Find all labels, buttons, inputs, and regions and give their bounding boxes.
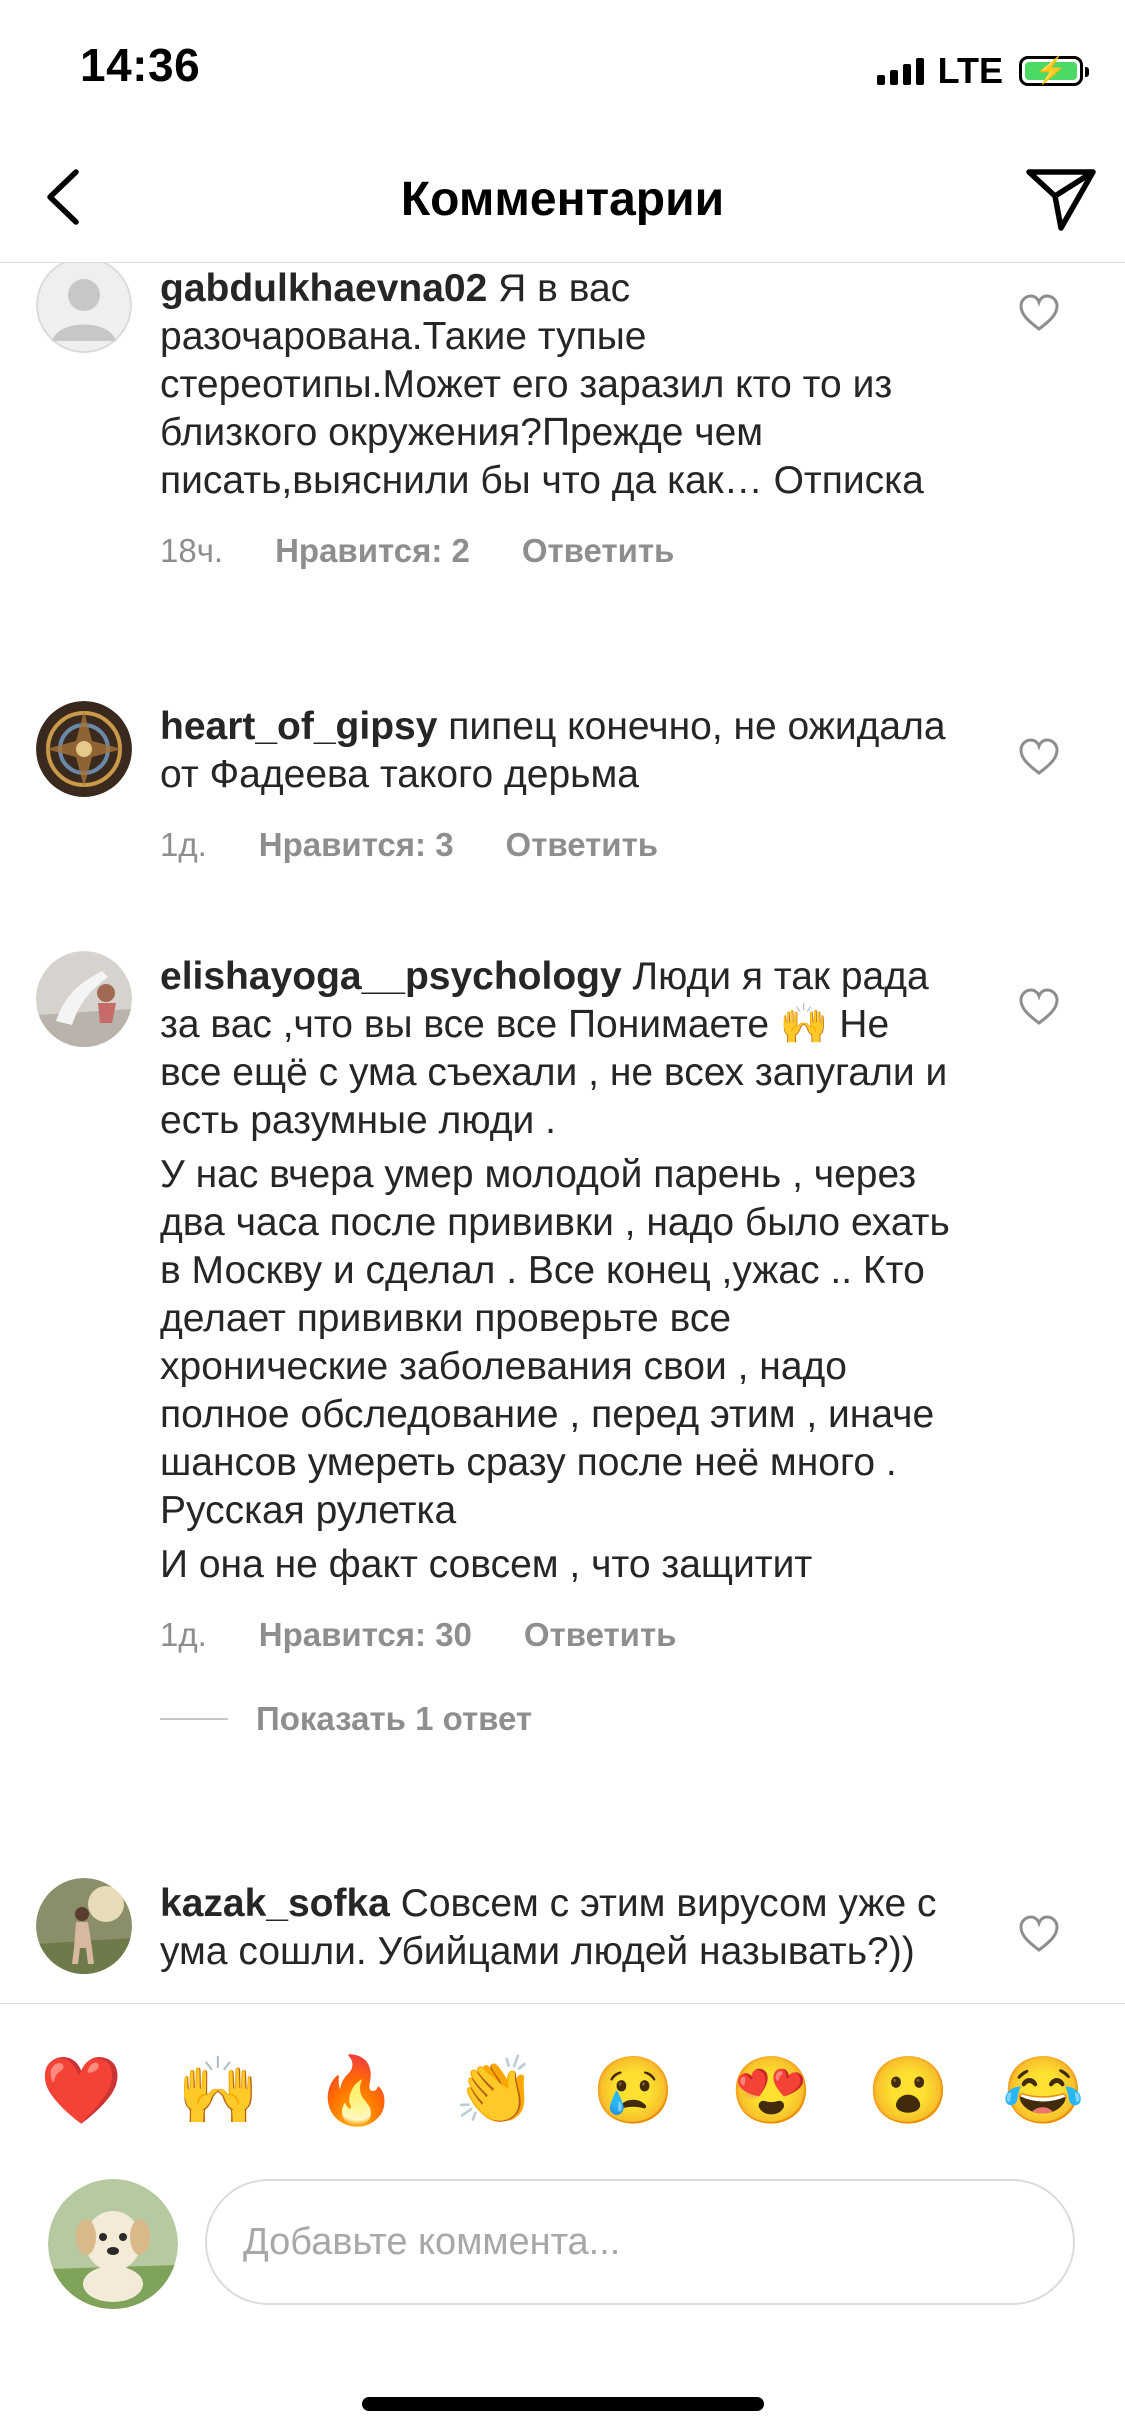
comment-text-paragraph: У нас вчера умер молодой парень , через … — [160, 1153, 950, 1532]
view-replies-label[interactable]: Показать 1 ответ — [256, 1700, 532, 1738]
user-avatar — [48, 2179, 178, 2309]
emoji-surprised-button[interactable]: 😮 — [867, 2050, 949, 2130]
comment-time: 1д. — [160, 1616, 207, 1653]
comment-time: 18ч. — [160, 532, 224, 569]
replies-divider — [160, 1718, 228, 1720]
comment-input[interactable] — [205, 2179, 1075, 2305]
likes-count[interactable]: Нравится: 2 — [275, 531, 470, 571]
signal-icon — [876, 57, 924, 85]
view-replies-button[interactable]: Показать 1 ответ — [160, 1700, 532, 1738]
comment-meta: 1д. Нравится: 3 Ответить — [160, 825, 960, 865]
comment-username[interactable]: kazak_sofka — [160, 1882, 390, 1925]
status-bar: 14:36 LTE ⚡ — [0, 0, 1125, 132]
page-title: Комментарии — [400, 173, 725, 226]
comment-text-paragraph: И она не факт совсем , что защитит — [160, 1543, 813, 1586]
emoji-raised-hands-button[interactable]: 🙌 — [177, 2050, 259, 2130]
likes-count[interactable]: Нравится: 3 — [259, 825, 454, 865]
emoji-clap-button[interactable]: 👏 — [454, 2050, 536, 2130]
emoji-fire-button[interactable]: 🔥 — [315, 2050, 397, 2130]
comment-meta: 18ч. Нравится: 2 Ответить — [160, 531, 940, 571]
avatar[interactable] — [36, 951, 132, 1047]
likes-count[interactable]: Нравится: 30 — [259, 1615, 472, 1655]
avatar[interactable] — [36, 701, 132, 797]
avatar[interactable] — [36, 1878, 132, 1974]
heart-icon[interactable] — [1017, 737, 1061, 777]
emoji-heart-eyes-button[interactable]: 😍 — [730, 2050, 812, 2130]
avatar[interactable] — [36, 263, 132, 353]
comment-username[interactable]: elishayoga__psychology — [160, 955, 622, 998]
paper-plane-icon[interactable] — [1021, 162, 1101, 236]
heart-icon[interactable] — [1017, 1914, 1061, 1954]
emoji-laughing-button[interactable]: 😂 — [1002, 2050, 1084, 2130]
emoji-crying-button[interactable]: 😢 — [592, 2050, 674, 2130]
reply-button[interactable]: Ответить — [506, 825, 659, 865]
comment-username[interactable]: heart_of_gipsy — [160, 705, 437, 748]
reply-button[interactable]: Ответить — [522, 531, 675, 571]
network-label: LTE — [937, 50, 1003, 91]
emoji-bar: ❤️ 🙌 🔥 👏 😢 😍 😮 😂 — [0, 2003, 1125, 2173]
heart-icon[interactable] — [1017, 293, 1061, 333]
emoji-heart-button[interactable]: ❤️ — [40, 2050, 122, 2130]
comments-list[interactable]: gabdulkhaevna02 Я в вас разочарована.Так… — [0, 263, 1125, 2003]
heart-icon[interactable] — [1017, 987, 1061, 1027]
status-indicators: LTE ⚡ — [876, 50, 1089, 92]
comment-input-row — [0, 2173, 1125, 2323]
status-time: 14:36 — [80, 39, 201, 91]
home-indicator[interactable] — [362, 2397, 764, 2411]
battery-icon: ⚡ — [1019, 55, 1089, 86]
comment-username[interactable]: gabdulkhaevna02 — [160, 267, 487, 310]
comment-time: 1д. — [160, 826, 207, 863]
reply-button[interactable]: Ответить — [524, 1615, 677, 1655]
comment-meta: 1д. Нравится: 30 Ответить — [160, 1615, 960, 1655]
header: Комментарии — [0, 132, 1125, 263]
